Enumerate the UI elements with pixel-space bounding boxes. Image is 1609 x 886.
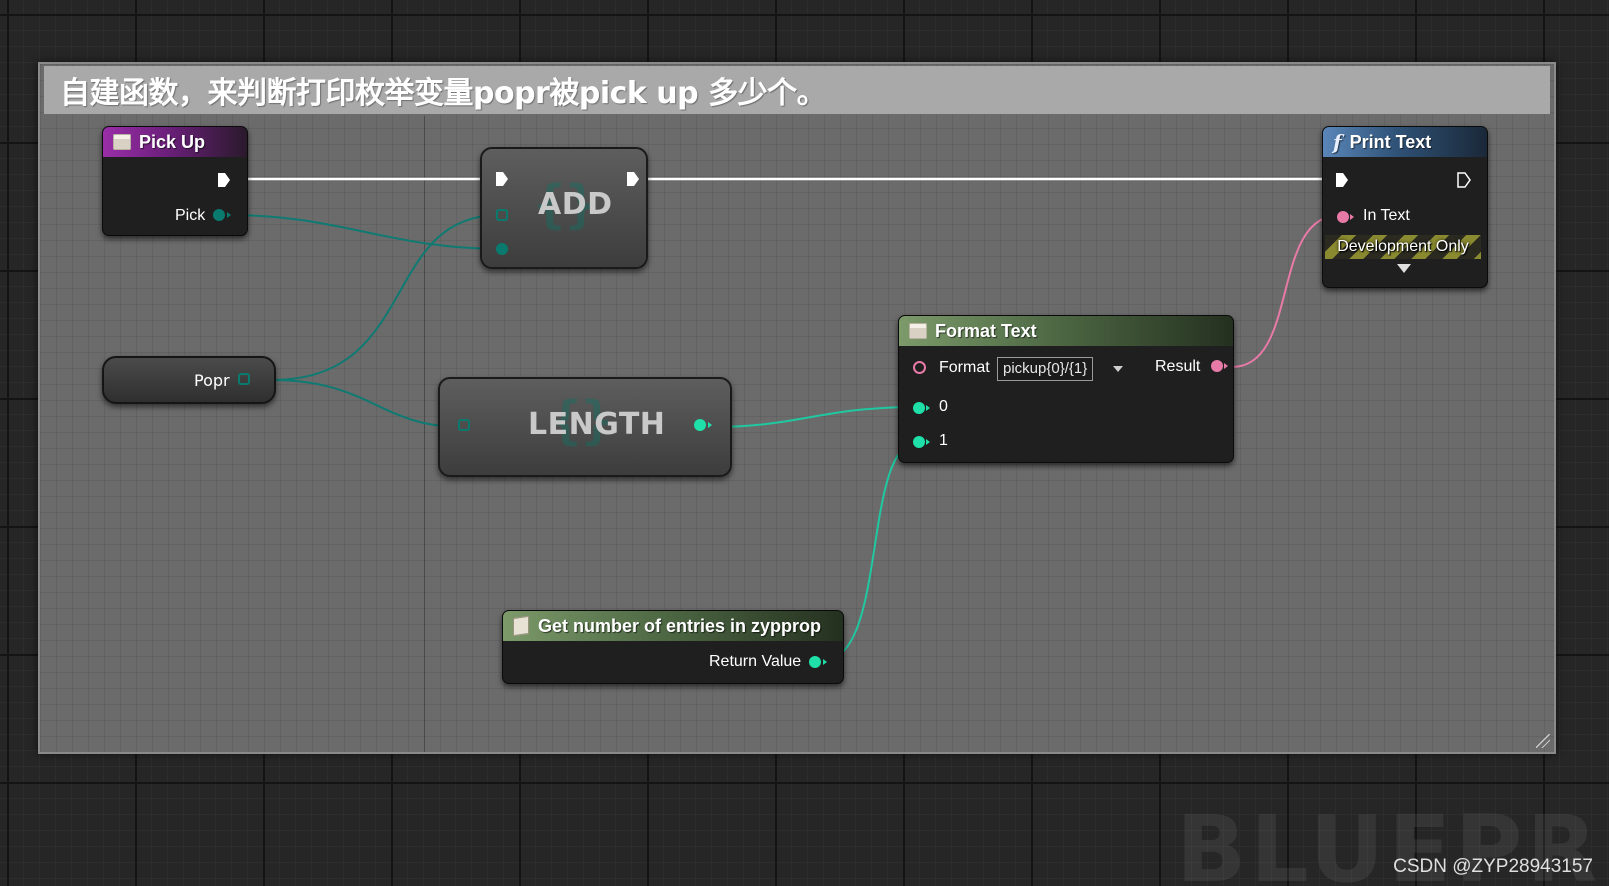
- add-item-input-pin[interactable]: [496, 243, 508, 255]
- pick-up-header[interactable]: Pick Up: [103, 127, 247, 157]
- event-icon: [113, 134, 131, 150]
- return-value-label: Return Value: [709, 653, 802, 670]
- return-value-arrow-icon: [823, 659, 827, 665]
- format-label: Format: [939, 359, 990, 376]
- format-arg-1-pin[interactable]: [913, 436, 925, 448]
- exec-in-pin-icon[interactable]: [495, 171, 509, 187]
- format-text-header[interactable]: Format Text: [899, 316, 1233, 346]
- pick-up-title: Pick Up: [139, 131, 206, 152]
- in-text-input-pin[interactable]: [1337, 211, 1349, 223]
- length-array-input-pin[interactable]: [458, 419, 470, 431]
- format-string-input[interactable]: pickup{0}/{1}: [997, 357, 1094, 381]
- expand-arrow-icon[interactable]: [1397, 264, 1411, 273]
- format-input-pin[interactable]: [913, 361, 926, 374]
- get-entries-title: Get number of entries in zypprop: [538, 615, 822, 636]
- format-arg-0-label: 0: [939, 398, 948, 415]
- popr-variable-node[interactable]: Popr: [102, 356, 276, 404]
- format-arg-1-label: 1: [939, 432, 948, 449]
- get-entries-header[interactable]: Get number of entries in zypprop: [503, 611, 843, 641]
- add-array-input-pin[interactable]: [496, 209, 508, 221]
- exec-out-pin-icon[interactable]: [1457, 172, 1471, 188]
- credit-watermark: CSDN @ZYP28943157: [1393, 856, 1593, 877]
- format-text-title: Format Text: [935, 320, 1037, 341]
- length-output-pin[interactable]: [694, 419, 706, 431]
- return-value-pin[interactable]: [809, 656, 821, 668]
- add-node[interactable]: {} ADD: [480, 147, 648, 269]
- format-arg-0-pin[interactable]: [913, 402, 925, 414]
- function-icon: [909, 323, 927, 339]
- format-arg-0-arrow-icon: [926, 405, 930, 411]
- result-label: Result: [1155, 358, 1201, 375]
- result-output-arrow-icon: [1224, 363, 1228, 369]
- exec-in-pin-icon[interactable]: [1335, 172, 1349, 188]
- development-only-banner: Development Only: [1325, 235, 1481, 259]
- function-icon: f: [1333, 130, 1342, 154]
- print-text-header[interactable]: f Print Text: [1323, 127, 1487, 157]
- wire-popr-to-length: [271, 379, 463, 428]
- popr-output-pin[interactable]: [238, 373, 250, 385]
- result-output-pin[interactable]: [1211, 360, 1223, 372]
- get-entries-node[interactable]: Get number of entries in zypprop Return …: [502, 610, 844, 684]
- exec-out-pin-icon[interactable]: [217, 172, 231, 188]
- add-title: ADD: [538, 187, 613, 222]
- print-text-title: Print Text: [1349, 131, 1432, 152]
- pick-output-label: Pick: [175, 207, 206, 224]
- pick-output-pin[interactable]: [213, 209, 225, 221]
- format-arg-1-arrow-icon: [926, 439, 930, 445]
- wire-pick-to-add: [229, 214, 503, 250]
- exec-out-pin-icon[interactable]: [626, 171, 640, 187]
- length-output-arrow-icon: [708, 422, 712, 428]
- chevron-down-icon[interactable]: [1113, 366, 1123, 372]
- pick-up-node[interactable]: Pick Up Pick: [102, 126, 248, 236]
- popr-label: Popr: [194, 371, 230, 390]
- wire-length-to-format-0: [711, 406, 919, 428]
- development-only-label: Development Only: [1337, 238, 1469, 255]
- macro-icon: [513, 615, 529, 637]
- in-text-arrow-icon: [1350, 214, 1354, 220]
- length-title: LENGTH: [528, 407, 666, 442]
- in-text-label: In Text: [1363, 207, 1410, 224]
- pick-output-arrow-icon: [227, 212, 231, 218]
- print-text-node[interactable]: f Print Text In Text Development Only: [1322, 126, 1488, 288]
- format-text-node[interactable]: Format Text Format pickup{0}/{1} Result …: [898, 315, 1234, 463]
- length-node[interactable]: {} LENGTH: [438, 377, 732, 477]
- wire-popr-to-add: [271, 214, 501, 381]
